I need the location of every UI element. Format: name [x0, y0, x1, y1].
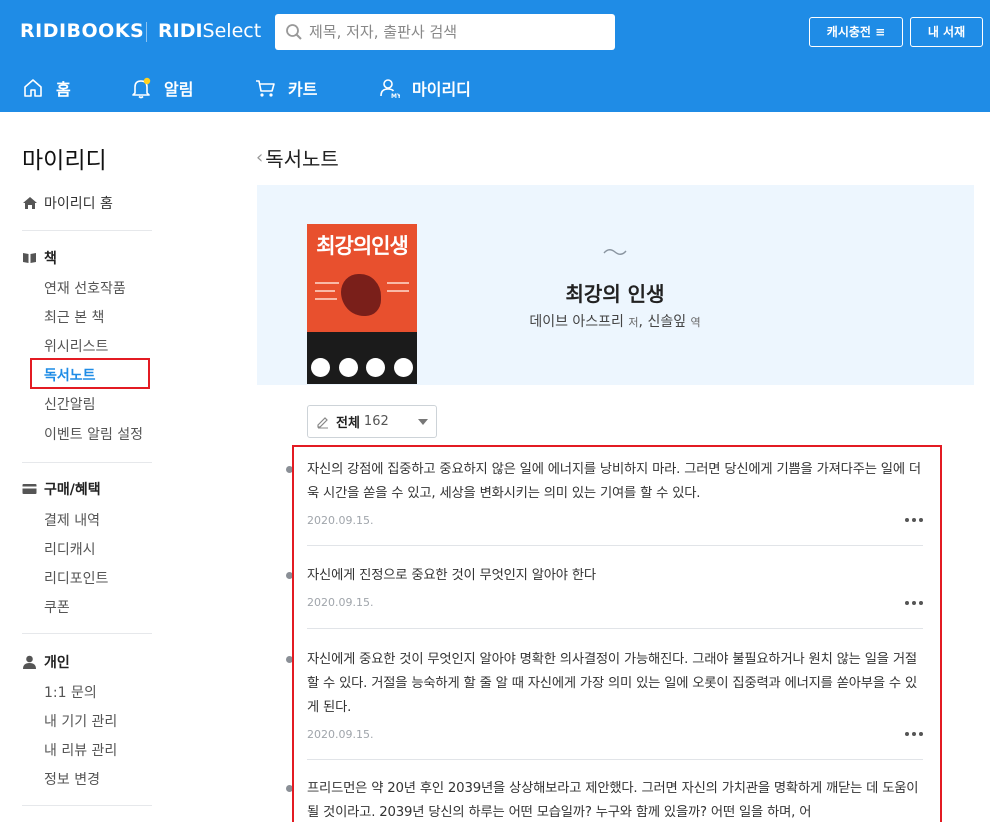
nav-alerts[interactable]: 알림	[130, 76, 193, 100]
sidebar-divider	[22, 230, 152, 231]
sidebar-category-books: 책	[22, 248, 57, 268]
card-icon	[22, 484, 37, 494]
top-header: RIDIBOOKS RIDISelect 캐시충전 ≡ 내 서재 홈 알림 카트…	[0, 0, 990, 112]
sidebar-category-personal: 개인	[22, 652, 70, 672]
sidebar-item-ridi-cash[interactable]: 리디캐시	[44, 539, 96, 559]
book-author-line: 데이브 아스프리 저, 신솔잎 역	[529, 314, 701, 330]
book-info-panel: 최강의인생 최강의 인생 데이브 아스프리 저, 신솔잎 역	[257, 185, 974, 385]
book-icon	[23, 253, 36, 263]
sidebar-item-myridi-home[interactable]: 마이리디 홈	[22, 193, 113, 213]
highlight-box-notes	[292, 445, 942, 822]
search-input[interactable]	[309, 14, 609, 50]
swirl-ornament-icon	[603, 249, 627, 255]
cover-text-line	[315, 290, 335, 292]
book-translator[interactable]: 신솔잎	[647, 314, 686, 330]
home-icon	[24, 79, 42, 97]
ridiselect-logo[interactable]: RIDISelect	[158, 20, 261, 42]
home-icon	[23, 197, 37, 209]
page-title-text: 독서노트	[265, 147, 339, 171]
nav-alerts-label: 알림	[164, 80, 194, 99]
cover-text-line	[315, 298, 337, 300]
cover-text-line	[315, 282, 339, 284]
search-icon	[285, 23, 303, 41]
book-cover-title: 최강의인생	[316, 234, 409, 258]
nav-cart-label: 카트	[288, 80, 318, 99]
sidebar-title: 마이리디	[22, 148, 107, 174]
sidebar-divider	[22, 462, 152, 463]
ridiselect-logo-light: Select	[202, 20, 262, 42]
ridibooks-logo[interactable]: RIDIBOOKS	[20, 20, 144, 42]
sidebar-category-label: 개인	[44, 655, 70, 671]
sidebar-item-coupon[interactable]: 쿠폰	[44, 597, 70, 617]
bell-icon	[132, 77, 151, 99]
sidebar-item-event-alert-settings[interactable]: 이벤트 알림 설정	[44, 424, 143, 444]
sidebar-item-label: 마이리디 홈	[44, 196, 113, 212]
pencil-icon	[317, 416, 328, 428]
author-role: 저	[628, 316, 639, 329]
back-chevron-icon[interactable]: ‹	[256, 147, 263, 168]
sidebar-item-wishlist[interactable]: 위시리스트	[44, 336, 108, 356]
book-title[interactable]: 최강의 인생	[515, 278, 715, 307]
myridi-icon: MY	[380, 79, 400, 99]
translator-role: 역	[690, 316, 701, 329]
sidebar-item-payment-history[interactable]: 결제 내역	[44, 510, 100, 530]
cash-charge-label: 캐시충전	[826, 25, 871, 39]
nav-cart[interactable]: 카트	[254, 76, 317, 100]
sidebar-item-recent-books[interactable]: 최근 본 책	[44, 307, 104, 327]
cash-icon: ≡	[875, 25, 886, 39]
nav-home-label: 홈	[56, 80, 71, 99]
sidebar-item-new-release-alerts[interactable]: 신간알림	[44, 394, 96, 414]
ridiselect-logo-bold: RIDI	[158, 20, 203, 42]
person-icon	[23, 655, 36, 669]
svg-text:MY: MY	[391, 93, 400, 99]
search-box	[275, 14, 615, 50]
my-library-button[interactable]: 내 서재	[910, 17, 983, 47]
cover-circles	[311, 358, 413, 377]
logo-divider	[146, 22, 147, 42]
sidebar-divider	[22, 633, 152, 634]
cover-text-line	[387, 290, 409, 292]
main-nav: 홈 알림 카트 MY 마이리디	[0, 66, 990, 112]
sidebar-item-account-settings[interactable]: 정보 변경	[44, 769, 100, 789]
sidebar-category-label: 구매/혜택	[44, 482, 101, 498]
note-filter-select[interactable]: 전체 162	[307, 405, 437, 438]
cover-illustration	[341, 274, 381, 316]
sidebar-item-device-management[interactable]: 내 기기 관리	[44, 711, 117, 731]
sidebar-category-label: 책	[44, 251, 57, 267]
sidebar-category-purchase: 구매/혜택	[22, 479, 101, 499]
nav-myridi-label: 마이리디	[412, 80, 471, 99]
book-cover[interactable]: 최강의인생	[307, 224, 417, 384]
cash-charge-button[interactable]: 캐시충전 ≡	[809, 17, 903, 47]
filter-count: 162	[363, 414, 389, 429]
nav-home[interactable]: 홈	[22, 76, 71, 100]
cart-icon	[256, 80, 275, 97]
page-title: ‹ 독서노트	[256, 143, 339, 172]
sidebar-item-review-management[interactable]: 내 리뷰 관리	[44, 740, 117, 760]
sidebar-item-ridi-point[interactable]: 리디포인트	[44, 568, 108, 588]
nav-myridi[interactable]: MY 마이리디	[378, 76, 471, 100]
book-author[interactable]: 데이브 아스프리	[529, 314, 624, 330]
cover-text-line	[387, 282, 409, 284]
filter-label: 전체	[336, 416, 360, 431]
sidebar-divider	[22, 805, 152, 806]
highlight-box-sidebar	[30, 358, 150, 389]
sidebar-item-serial-favorites[interactable]: 연재 선호작품	[44, 278, 126, 298]
chevron-down-icon	[418, 419, 428, 425]
sidebar-item-inquiry[interactable]: 1:1 문의	[44, 682, 97, 702]
